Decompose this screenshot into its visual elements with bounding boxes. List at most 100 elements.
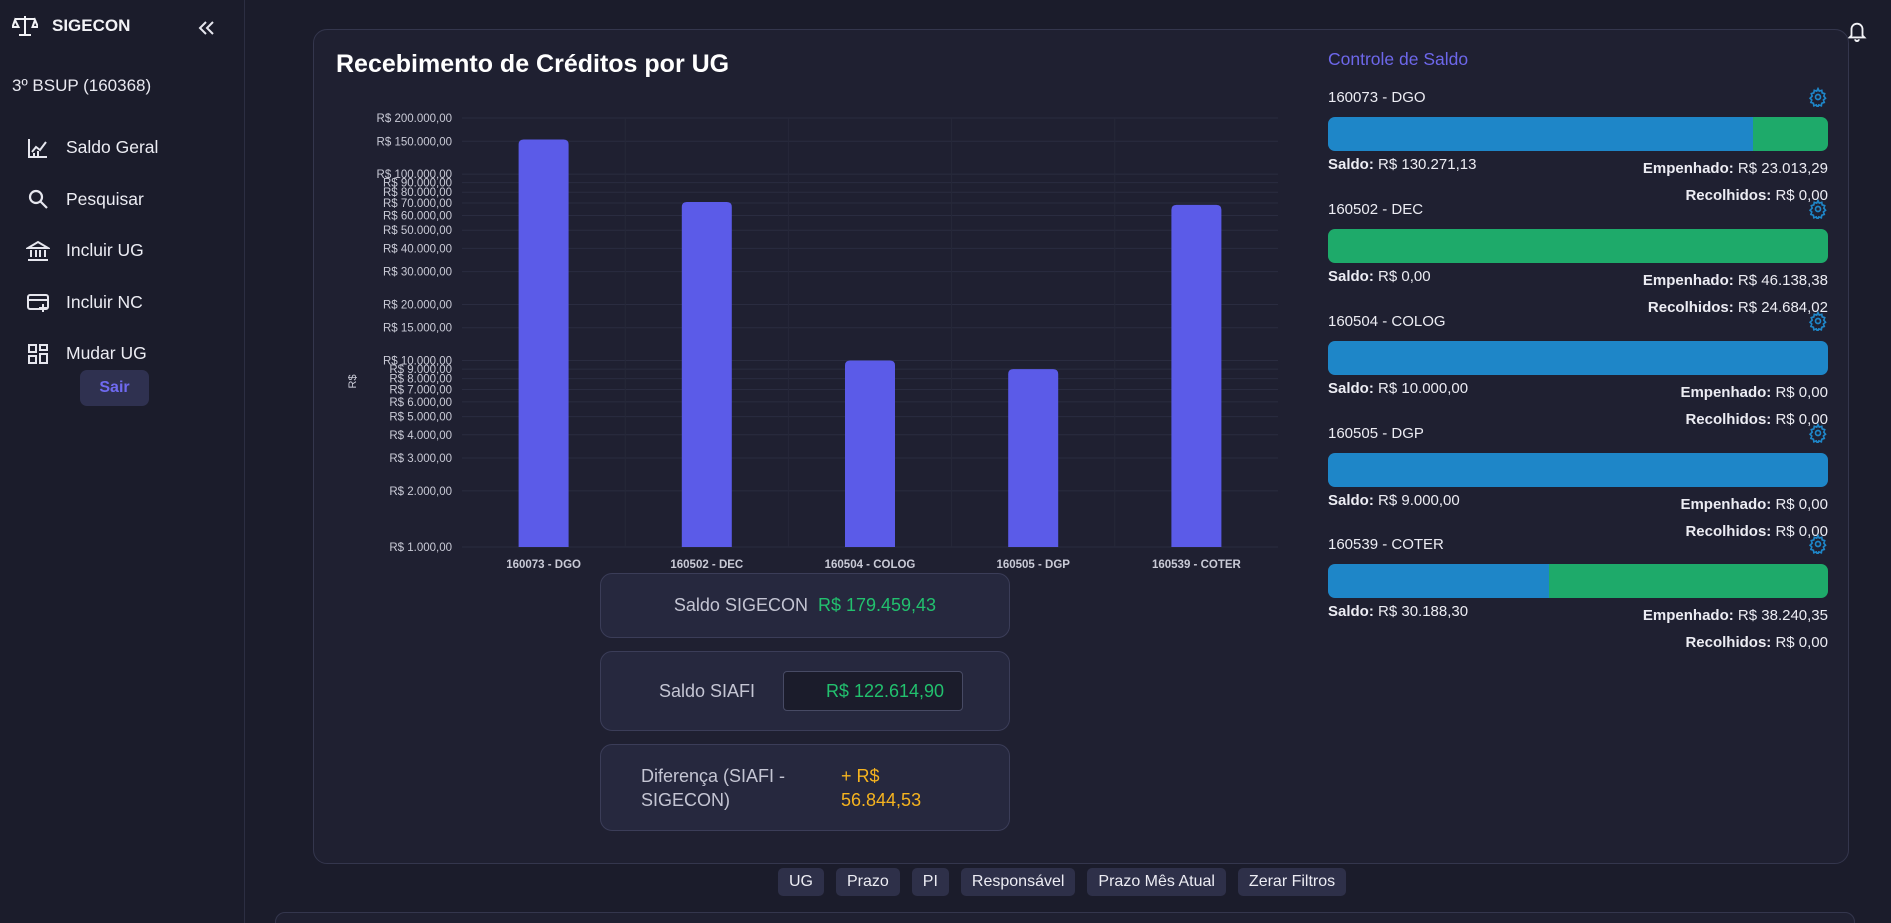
chart-icon	[28, 138, 47, 158]
saldo-progress-bar	[1328, 341, 1828, 375]
credits-bar-chart: R$ 1.000,00 R$ 2.000,00 R$ 3.000,00 R$ 4.00…	[347, 113, 1278, 571]
brand: SIGECON	[12, 14, 130, 38]
y-tick-label: R$ 30.000,00	[383, 267, 452, 279]
saldo-bar-segment	[1328, 564, 1549, 598]
y-axis-label: R$	[347, 374, 359, 388]
y-tick-label: R$ 100.000,00	[377, 169, 452, 181]
y-tick-label: R$ 5.000,00	[389, 412, 452, 424]
saldo-siafi-box: Saldo SIAFI R$ 122.614,90	[600, 651, 1010, 731]
chart-bar	[681, 202, 732, 547]
gear-icon[interactable]	[1808, 534, 1828, 554]
y-tick-label: R$ 70.000,00	[383, 198, 452, 210]
filter-prazo-button[interactable]: Prazo	[836, 868, 900, 896]
ug-name: 160073 - DGO	[1328, 88, 1426, 106]
chart-bar	[1008, 369, 1059, 547]
chart-bar	[518, 139, 569, 547]
ug-empenhado: Empenhado: R$ 46.138,38	[1642, 272, 1828, 289]
y-tick-label: R$ 60.000,00	[383, 210, 452, 222]
ug-name: 160504 - COLOG	[1328, 312, 1446, 330]
collapse-sidebar-icon[interactable]	[194, 16, 218, 40]
sidebar-item-label: Incluir UG	[66, 240, 144, 261]
saldo-sigecon-box: Saldo SIGECON R$ 179.459,43	[600, 573, 1010, 638]
saldo-bar-segment	[1328, 453, 1828, 487]
ug-saldo-item: 160539 - COTER Saldo: R$ 30.188,30 Empen…	[1328, 533, 1828, 660]
y-tick-label: R$ 4.000,00	[389, 430, 452, 442]
ug-empenhado: Empenhado: R$ 0,00	[1680, 496, 1828, 513]
x-tick-label: 160073 - DGO	[506, 559, 581, 571]
bell-icon[interactable]	[1846, 19, 1868, 43]
sidebar-item-label: Saldo Geral	[66, 137, 159, 158]
filter-responsavel-button[interactable]: Responsável	[960, 868, 1076, 896]
saldo-progress-bar	[1328, 453, 1828, 487]
y-tick-label: R$ 6.000,00	[389, 397, 452, 409]
sidebar-item-incluir-nc[interactable]: Incluir NC	[26, 277, 158, 329]
summary-boxes: Saldo SIGECON R$ 179.459,43 Saldo SIAFI …	[600, 573, 1010, 831]
y-tick-label: R$ 3.000,00	[389, 453, 452, 465]
sidebar: SIGECON 3º BSUP (160368) Saldo Geral Pes…	[0, 0, 245, 923]
controle-title: Controle de Saldo	[1328, 49, 1469, 69]
diferenca-label: Diferença (SIAFI - SIGECON)	[641, 765, 786, 810]
ug-empenhado: Empenhado: R$ 23.013,29	[1642, 160, 1828, 177]
empenhado-bar-segment	[1753, 117, 1828, 151]
filter-pi-button[interactable]: PI	[911, 868, 949, 896]
sidebar-nav: Saldo Geral Pesquisar Incluir UG Incluir…	[26, 122, 158, 380]
empenhado-bar-segment	[1328, 229, 1828, 263]
saldo-bar-segment	[1328, 341, 1828, 375]
sidebar-item-pesquisar[interactable]: Pesquisar	[26, 174, 158, 226]
bank-icon	[26, 240, 50, 261]
x-tick-label: 160504 - COLOG	[825, 559, 916, 571]
sidebar-item-label: Incluir NC	[66, 291, 143, 312]
saldo-siafi-label: Saldo SIAFI	[659, 680, 756, 701]
ug-saldo: Saldo: R$ 0,00	[1328, 268, 1431, 285]
saldo-sigecon-value: R$ 179.459,43	[817, 595, 937, 615]
x-tick-label: 160539 - COTER	[1152, 559, 1242, 571]
search-icon	[28, 190, 48, 210]
filter-prazo-mes-atual-button[interactable]: Prazo Mês Atual	[1087, 868, 1226, 896]
filter-bar: UG Prazo PI Responsável Prazo Mês Atual …	[778, 868, 1347, 896]
y-tick-label: R$ 15.000,00	[383, 323, 452, 335]
controle-de-saldo: Controle de Saldo 160073 - DGO Saldo: R$…	[1328, 49, 1828, 651]
sidebar-item-saldo-geral[interactable]: Saldo Geral	[26, 122, 158, 174]
saldo-sigecon-label: Saldo SIGECON	[673, 595, 808, 615]
y-tick-label: R$ 40.000,00	[383, 243, 452, 255]
app-name: SIGECON	[52, 16, 131, 35]
page-title: Recebimento de Créditos por UG	[336, 50, 730, 78]
filter-ug-button[interactable]: UG	[778, 868, 824, 896]
sidebar-item-label: Pesquisar	[66, 188, 144, 209]
ug-saldo: Saldo: R$ 9.000,00	[1328, 492, 1460, 509]
gear-icon[interactable]	[1808, 199, 1828, 219]
diferenca-box: Diferença (SIAFI - SIGECON) + R$ 56.844,…	[600, 744, 1010, 831]
y-tick-label: R$ 2.000,00	[389, 486, 452, 498]
y-tick-label: R$ 10.000,00	[383, 356, 452, 368]
current-unit: 3º BSUP (160368)	[12, 76, 152, 95]
ug-saldo-item: 160504 - COLOG Saldo: R$ 10.000,00 Empen…	[1328, 310, 1828, 437]
ug-saldo: Saldo: R$ 130.271,13	[1328, 156, 1477, 173]
logout-button[interactable]: Sair	[80, 370, 149, 406]
ug-name: 160539 - COTER	[1328, 535, 1444, 553]
ug-saldo-item: 160505 - DGP Saldo: R$ 9.000,00 Empenhad…	[1328, 422, 1828, 549]
sidebar-item-label: Mudar UG	[66, 343, 147, 364]
saldo-siafi-input[interactable]: R$ 122.614,90	[783, 671, 964, 711]
ug-empenhado: Empenhado: R$ 0,00	[1680, 384, 1828, 401]
zerar-filtros-button[interactable]: Zerar Filtros	[1237, 868, 1347, 896]
gear-icon[interactable]	[1808, 423, 1828, 443]
diferenca-value: + R$ 56.844,53	[841, 765, 922, 810]
ug-saldo-item: 160073 - DGO Saldo: R$ 130.271,13 Empenh…	[1328, 86, 1828, 213]
x-tick-label: 160505 - DGP	[996, 559, 1070, 571]
ug-name: 160505 - DGP	[1328, 424, 1424, 442]
sidebar-item-incluir-ug[interactable]: Incluir UG	[26, 225, 158, 277]
dashboard-card: Recebimento de Créditos por UG R$ 1.000,…	[313, 29, 1849, 864]
empenhado-bar-segment	[1548, 564, 1828, 598]
y-tick-label: R$ 200.000,00	[377, 113, 452, 125]
ug-name: 160502 - DEC	[1328, 200, 1424, 218]
ug-empenhado: Empenhado: R$ 38.240,35	[1642, 607, 1828, 624]
chart-bar	[1171, 204, 1222, 548]
saldo-bar-segment	[1328, 117, 1753, 151]
scale-icon	[12, 16, 38, 36]
dashboard-icon	[28, 343, 48, 364]
y-tick-label: R$ 50.000,00	[383, 225, 452, 237]
saldo-progress-bar	[1328, 117, 1828, 151]
ug-saldo-item: 160502 - DEC Saldo: R$ 0,00 Empenhado: R…	[1328, 198, 1828, 325]
gear-icon[interactable]	[1808, 87, 1828, 107]
gear-icon[interactable]	[1808, 311, 1828, 331]
